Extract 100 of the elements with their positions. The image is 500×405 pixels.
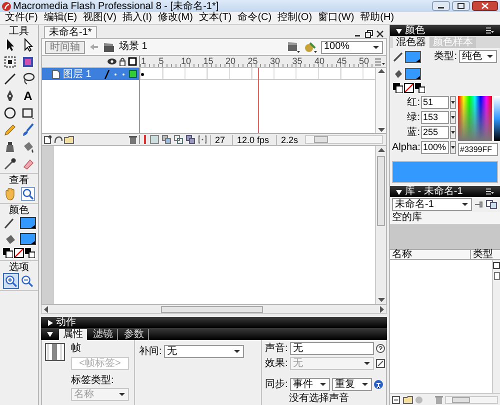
- document-tab[interactable]: 未命名-1*: [44, 26, 97, 38]
- add-guide-icon[interactable]: [54, 135, 63, 144]
- lock-icon[interactable]: [119, 57, 126, 66]
- close-icon[interactable]: [376, 30, 384, 38]
- value-field[interactable]: 153: [421, 111, 449, 124]
- color-swatch[interactable]: [20, 233, 36, 245]
- pin-icon[interactable]: [474, 200, 484, 209]
- repeat-dropdown[interactable]: 重复: [332, 378, 372, 391]
- layer-row[interactable]: 图层 1: [42, 68, 139, 80]
- panel-tab[interactable]: 混色器: [393, 37, 429, 48]
- caret-icon[interactable]: [450, 111, 456, 124]
- menu-item[interactable]: 插入(I): [119, 12, 155, 24]
- scroll-bar[interactable]: [375, 146, 386, 304]
- search-icon[interactable]: [21, 187, 35, 201]
- help-icon[interactable]: [376, 344, 385, 353]
- add-layer-icon[interactable]: [44, 135, 53, 144]
- panel-menu-icon[interactable]: [486, 27, 494, 34]
- menu-item[interactable]: 编辑(E): [40, 12, 80, 24]
- zoom-in-icon[interactable]: [4, 274, 18, 288]
- eyedropper-icon[interactable]: [3, 157, 17, 171]
- pencil-icon[interactable]: [3, 123, 17, 137]
- default-colors-icon[interactable]: [393, 83, 403, 93]
- caret-icon[interactable]: [450, 96, 456, 109]
- timeline-button[interactable]: 时间轴: [45, 40, 85, 54]
- center-frame-icon[interactable]: [150, 135, 159, 144]
- color-spectrum[interactable]: [458, 96, 492, 141]
- value-field[interactable]: 255: [421, 126, 449, 139]
- scroll-bar[interactable]: [41, 305, 387, 314]
- frame-label-field[interactable]: <帧标签>: [71, 357, 129, 370]
- brightness-bar[interactable]: [494, 96, 500, 141]
- hex-field[interactable]: #3399FF: [458, 143, 498, 156]
- folder-icon[interactable]: [403, 395, 413, 404]
- brush-icon[interactable]: [21, 123, 35, 137]
- panel-menu-icon[interactable]: [486, 188, 494, 195]
- line-icon[interactable]: [3, 72, 17, 86]
- playhead-line[interactable]: [258, 68, 259, 133]
- rectangle-icon[interactable]: [21, 106, 35, 120]
- lasso-icon[interactable]: [21, 72, 35, 86]
- no-color-icon[interactable]: [404, 83, 414, 93]
- tween-dropdown[interactable]: 无: [164, 345, 244, 358]
- close-icon[interactable]: [472, 1, 498, 11]
- color-swatch[interactable]: [20, 217, 36, 229]
- trash-icon[interactable]: [129, 135, 137, 144]
- menu-item[interactable]: 帮助(H): [357, 12, 398, 24]
- hand-icon[interactable]: [3, 187, 17, 201]
- panel-header[interactable]: 库 - 未命名-1: [390, 186, 500, 197]
- column-header[interactable]: 类型: [470, 250, 500, 259]
- edit-scene-icon[interactable]: [304, 42, 317, 52]
- menu-item[interactable]: 视图(V): [80, 12, 120, 24]
- ink-bottle-icon[interactable]: [3, 140, 17, 154]
- accessibility-icon[interactable]: [374, 380, 383, 389]
- folder-icon[interactable]: [64, 135, 74, 144]
- scroll-bar[interactable]: [445, 396, 498, 404]
- library-dropdown[interactable]: 未命名-1: [392, 198, 472, 211]
- transform-icon[interactable]: [3, 55, 17, 69]
- scroll-bar[interactable]: [375, 68, 386, 133]
- caret-icon: [362, 360, 371, 367]
- maximize-icon[interactable]: [452, 1, 470, 11]
- caret-icon[interactable]: [450, 126, 456, 139]
- panel-tab[interactable]: 属性: [59, 329, 87, 340]
- swap-colors-icon[interactable]: [415, 83, 425, 93]
- onion-skin-icon[interactable]: [162, 135, 171, 144]
- color-swatch[interactable]: [405, 50, 421, 62]
- color-swatch[interactable]: [405, 68, 421, 80]
- zoom-out-icon[interactable]: [20, 274, 34, 288]
- sound-field[interactable]: 无: [290, 342, 374, 355]
- sync-dropdown[interactable]: 事件: [290, 378, 330, 391]
- restore-icon[interactable]: [365, 30, 373, 38]
- caret-icon[interactable]: [450, 141, 456, 154]
- text-tool[interactable]: A: [21, 89, 35, 103]
- edit-icon[interactable]: [376, 359, 385, 368]
- scroll-bar[interactable]: [305, 135, 383, 144]
- menu-item[interactable]: 命令(C): [234, 12, 275, 24]
- eraser-icon[interactable]: [21, 157, 35, 171]
- edit-symbol-icon[interactable]: [287, 42, 300, 52]
- outline-icon[interactable]: [128, 57, 137, 66]
- fill-type-dropdown[interactable]: 纯色: [459, 50, 497, 63]
- value-field[interactable]: 100%: [421, 141, 449, 154]
- new-library-icon[interactable]: [486, 200, 497, 209]
- menu-item[interactable]: 修改(M): [154, 12, 196, 24]
- timeline-menu-icon[interactable]: [373, 56, 385, 66]
- onion-outline-icon[interactable]: [174, 135, 183, 144]
- menu-item[interactable]: 控制(O): [274, 12, 316, 24]
- swap-colors-icon[interactable]: [25, 248, 35, 258]
- panel-header[interactable]: 动作: [41, 317, 387, 328]
- eye-icon[interactable]: [107, 58, 117, 65]
- default-colors-icon[interactable]: [3, 248, 13, 258]
- panel-header[interactable]: 颜色: [390, 25, 500, 36]
- onion-markers-icon[interactable]: [198, 135, 207, 144]
- no-color-icon[interactable]: [14, 248, 24, 258]
- gradient-icon[interactable]: [21, 55, 35, 69]
- edit-frames-icon[interactable]: [186, 135, 195, 144]
- new-symbol-icon[interactable]: [392, 395, 401, 404]
- zoom-dropdown[interactable]: 100%: [321, 40, 383, 54]
- menu-item[interactable]: 文本(T): [196, 12, 235, 24]
- value-field[interactable]: 51: [421, 96, 449, 109]
- menu-item[interactable]: 窗口(W): [315, 12, 358, 24]
- minimize-icon[interactable]: [432, 1, 450, 11]
- menu-item[interactable]: 文件(F): [2, 12, 41, 24]
- ellipse-icon[interactable]: [3, 106, 17, 120]
